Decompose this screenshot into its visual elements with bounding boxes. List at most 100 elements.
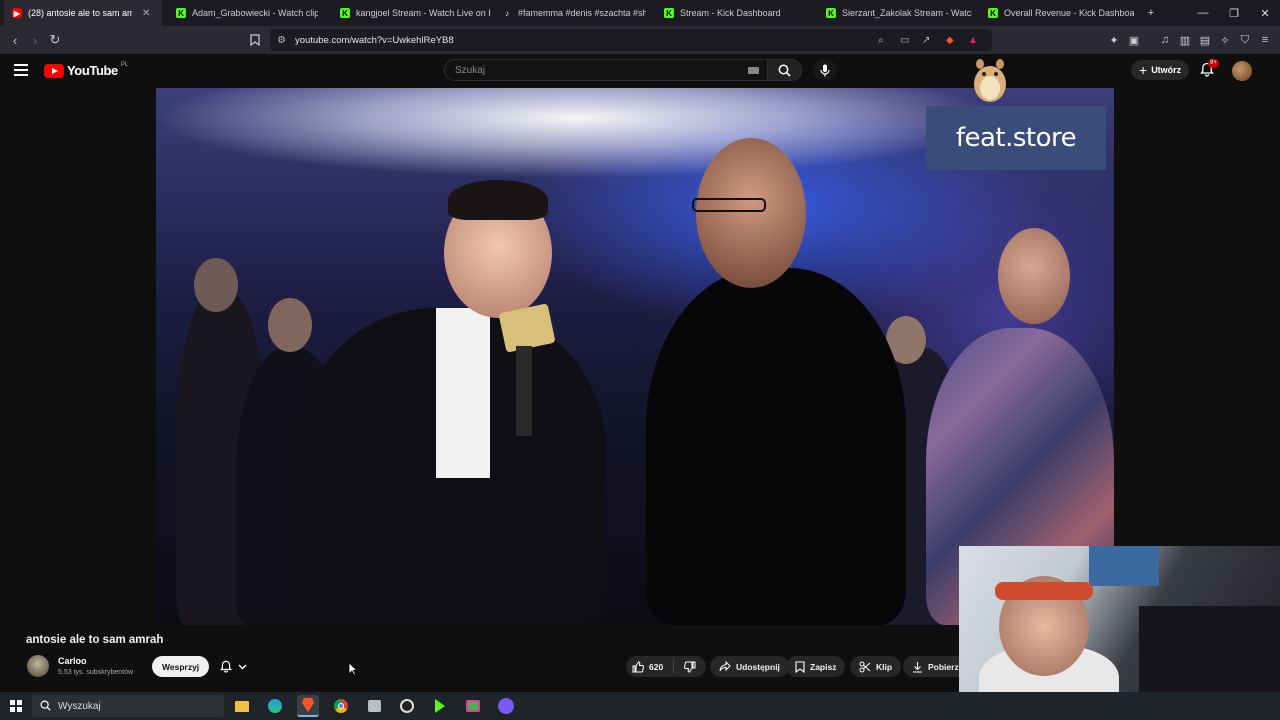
sponsor-ad-overlay[interactable]: feat.store <box>926 106 1106 170</box>
streamer-headband <box>995 582 1093 600</box>
mouse-cursor-icon <box>348 662 358 676</box>
taskbar-search-label: Wyszukaj <box>58 700 101 712</box>
back-arrow-icon[interactable]: ‹ <box>6 31 24 49</box>
file-explorer-icon[interactable] <box>231 695 253 717</box>
zoom-icon[interactable]: ⌕ <box>878 35 884 46</box>
glasses <box>692 198 766 212</box>
poster <box>1089 546 1159 586</box>
hamster-sticker-icon <box>974 59 1006 102</box>
download-button[interactable]: Pobierz <box>903 656 959 677</box>
vpn-icon[interactable]: ⛉ <box>1238 33 1252 47</box>
menu-icon[interactable]: ≡ <box>1258 33 1272 47</box>
subscription-bell-button[interactable] <box>212 656 254 677</box>
url-field[interactable]: ⚙ youtube.com/watch?v=UwkehlReYB8 ⌕ ▭ ↗ … <box>270 29 992 51</box>
tab-kick[interactable]: K Stream - Kick Dashboard <box>656 0 806 26</box>
share-icon <box>719 661 731 672</box>
streaming-app-icon[interactable] <box>396 695 418 717</box>
channel-avatar[interactable] <box>27 655 49 677</box>
browser-tab-strip: ▶ (28) antosie ale to sam amrah ✕ K Adam… <box>0 0 1280 26</box>
screenshot-icon[interactable]: ▣ <box>1127 33 1141 47</box>
forward-arrow-icon[interactable]: › <box>26 31 44 49</box>
like-count: 620 <box>649 661 664 672</box>
tab-youtube-active[interactable]: ▶ (28) antosie ale to sam amrah ✕ <box>4 0 162 26</box>
tab-title: kangjoel Stream - Watch Live on Kick <box>356 8 490 18</box>
search-icon <box>40 700 51 711</box>
kick-app-icon[interactable] <box>429 695 451 717</box>
voice-search-button[interactable] <box>813 59 837 81</box>
kick-favicon-icon: K <box>176 8 186 18</box>
brave-shields-icon[interactable]: ◆ <box>946 35 954 46</box>
microphone <box>516 346 532 436</box>
brave-browser-icon[interactable] <box>297 695 319 717</box>
address-bar-row: ‹ › ↻ ⚙ youtube.com/watch?v=UwkehlReYB8 … <box>0 26 1280 54</box>
new-tab-button[interactable]: + <box>1136 0 1166 26</box>
save-button[interactable]: Zapisz <box>786 656 846 677</box>
leo-ai-icon[interactable]: ✧ <box>1218 33 1232 47</box>
extensions-icon[interactable]: ✦ <box>1107 33 1121 47</box>
tab-kick[interactable]: K kangjoel Stream - Watch Live on Kick <box>332 0 490 26</box>
minimize-button[interactable]: — <box>1188 0 1218 26</box>
sponsor-ad-text: feat.store <box>955 123 1077 153</box>
reload-icon[interactable]: ↻ <box>46 31 64 49</box>
media-app-icon[interactable] <box>462 695 484 717</box>
create-button[interactable]: + Utwórz <box>1131 60 1190 80</box>
sidebar-icon[interactable]: ▥ <box>1178 33 1192 47</box>
crowd-figure <box>268 298 312 352</box>
video-player[interactable]: feat.store <box>0 59 1280 625</box>
support-button[interactable]: Wesprzyj <box>152 656 210 677</box>
brave-rewards-icon[interactable]: ▲ <box>968 35 978 46</box>
person-interviewer <box>646 268 906 625</box>
person-interviewer-head <box>696 138 806 288</box>
like-button[interactable]: 620 <box>626 656 673 677</box>
search-button[interactable] <box>768 59 802 81</box>
site-settings-icon[interactable]: ⚙ <box>277 35 286 46</box>
restore-button[interactable]: ❐ <box>1219 0 1249 26</box>
close-window-button[interactable]: ✕ <box>1250 0 1280 26</box>
tab-kick[interactable]: K Overall Revenue - Kick Dashboard <box>980 0 1134 26</box>
music-icon[interactable]: ♫ <box>1158 33 1172 47</box>
keyboard-icon[interactable] <box>748 67 759 74</box>
subscriber-count: 5,53 tys. subskrybentów <box>58 669 134 676</box>
share-button[interactable]: Udostępnij <box>710 656 789 677</box>
tab-title: Adam_Grabowiecki - Watch clips <box>192 8 318 18</box>
plus-icon: + <box>1139 62 1148 78</box>
kick-favicon-icon: K <box>826 8 836 18</box>
bookmark-icon[interactable] <box>246 31 264 49</box>
search-input[interactable] <box>445 60 725 81</box>
guide-menu-icon[interactable] <box>14 64 28 76</box>
windows-start-icon[interactable] <box>10 700 22 712</box>
discord-icon[interactable] <box>495 695 517 717</box>
support-label: Wesprzyj <box>162 661 200 672</box>
tab-title: (28) antosie ale to sam amrah <box>28 8 132 18</box>
bookmark-icon <box>795 660 805 673</box>
close-tab-icon[interactable]: ✕ <box>142 8 150 19</box>
tab-title: Sierzant_Zakolak Stream - Watch Live <box>842 8 972 18</box>
tab-kick[interactable]: K Adam_Grabowiecki - Watch clips <box>168 0 318 26</box>
chrome-browser-icon[interactable] <box>330 695 352 717</box>
app-icon[interactable] <box>363 695 385 717</box>
create-label: Utwórz <box>1151 65 1182 75</box>
kick-favicon-icon: K <box>340 8 350 18</box>
channel-name[interactable]: Carloo <box>58 656 87 666</box>
wallet-icon[interactable]: ▤ <box>1198 33 1212 47</box>
taskbar-search[interactable]: Wyszukaj <box>32 695 224 717</box>
clip-label: Klip <box>876 661 893 672</box>
edge-browser-icon[interactable] <box>264 695 286 717</box>
youtube-logo-text: YouTube <box>67 63 118 78</box>
youtube-play-icon <box>44 63 64 78</box>
new-tab-label: + <box>1147 7 1155 19</box>
kick-favicon-icon: K <box>988 8 998 18</box>
tab-tiktok[interactable]: ♪ #famemma #denis #szachta #shorts <box>494 0 646 26</box>
share-page-icon[interactable]: ↗ <box>922 35 930 46</box>
notifications-button[interactable]: 9+ <box>1200 59 1219 78</box>
account-avatar[interactable] <box>1232 61 1252 81</box>
youtube-logo[interactable]: YouTube PL <box>44 61 129 78</box>
cast-icon[interactable]: ▭ <box>900 35 909 46</box>
save-label: Zapisz <box>810 661 837 672</box>
dislike-button[interactable] <box>674 656 706 677</box>
region-code: PL <box>120 61 129 68</box>
tab-title: #famemma #denis #szachta #shorts <box>518 8 646 18</box>
clip-button[interactable]: Klip <box>850 656 902 677</box>
tab-kick[interactable]: K Sierzant_Zakolak Stream - Watch Live <box>818 0 972 26</box>
search-icon <box>778 64 791 77</box>
